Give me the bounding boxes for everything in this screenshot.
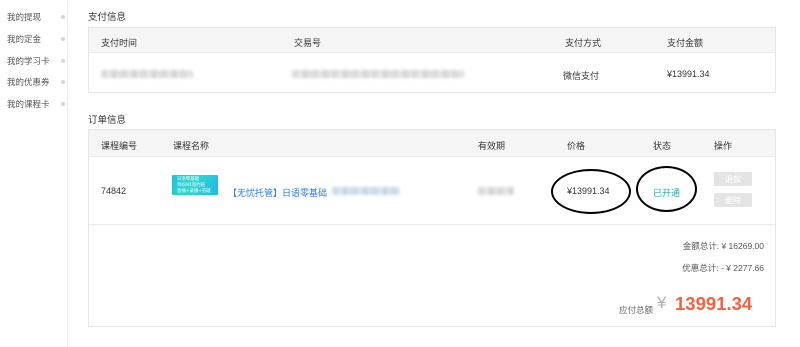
thumbnail-text: 直播+录播+答疑 (177, 189, 211, 194)
sidebar-item-coupons[interactable]: 我的优惠券 (7, 74, 65, 90)
thumbnail-text: 目标N1签约班 (177, 183, 206, 188)
redacted-pay-time (101, 70, 193, 78)
header-validity: 有效期 (478, 141, 506, 151)
pay-method-value: 微信支付 (563, 71, 600, 81)
bullet-dot-icon (61, 59, 65, 63)
redacted-validity (478, 187, 514, 195)
payment-section-title: 支付信息 (88, 12, 127, 23)
payable-currency: ¥ (657, 293, 667, 312)
sidebar-item-label: 我的定金 (7, 34, 42, 44)
header-status: 状态 (653, 141, 672, 151)
payable-label: 应付总额 (619, 305, 654, 315)
header-pay-method: 支付方式 (565, 38, 602, 48)
sidebar-item-label: 我的提现 (7, 12, 42, 22)
header-price: 价格 (567, 141, 586, 151)
payable-total: 13991.34 (675, 293, 753, 314)
sidebar-item-label: 我的学习卡 (7, 56, 50, 66)
sidebar-item-label: 我的课程卡 (7, 99, 50, 109)
discount-amount: 优惠总计: - ¥ 2277.66 (682, 263, 764, 273)
bullet-dot-icon (61, 102, 65, 106)
price-highlight-circle (551, 169, 631, 214)
course-name-link[interactable]: 【无忧托管】日语零基础 (228, 186, 327, 199)
payment-table: 支付时间 交易号 支付方式 支付金额 微信支付 ¥13991.34 (88, 27, 776, 93)
pay-amount-value: ¥13991.34 (667, 69, 710, 79)
bullet-dot-icon (61, 37, 65, 41)
header-action: 操作 (714, 141, 733, 151)
order-section-title: 订单信息 (88, 115, 127, 126)
course-no-value: 74842 (101, 186, 127, 196)
sidebar-item-course-card[interactable]: 我的课程卡 (7, 96, 65, 112)
sidebar-item-label: 我的优惠券 (7, 77, 50, 87)
redacted-trade-no (292, 70, 464, 78)
order-table-header: 课程编号 课程名称 有效期 价格 状态 操作 (89, 130, 775, 157)
delete-button[interactable]: 删除 (714, 193, 752, 207)
header-pay-amount: 支付金额 (667, 38, 704, 48)
course-thumbnail[interactable]: 日语零基础 目标N1签约班 直播+录播+答疑 (172, 175, 218, 195)
redacted-course-name (332, 187, 400, 195)
account-sidebar: 我的提现 我的定金 我的学习卡 我的优惠券 我的课程卡 (0, 0, 68, 347)
header-course-no: 课程编号 (101, 141, 138, 151)
status-highlight-circle (636, 166, 697, 212)
payment-table-header: 支付时间 交易号 支付方式 支付金额 (89, 28, 775, 53)
header-trade-no: 交易号 (294, 38, 322, 48)
refund-button[interactable]: 退款 (714, 172, 752, 186)
total-amount: 金额总计: ¥ 16269.00 (682, 241, 764, 251)
bullet-dot-icon (61, 80, 65, 84)
thumbnail-text: 日语零基础 (177, 177, 199, 182)
order-table: 课程编号 课程名称 有效期 价格 状态 操作 74842 日语零基础 目标N1签… (88, 129, 776, 327)
sidebar-item-withdrawal[interactable]: 我的提现 (7, 9, 65, 25)
bullet-dot-icon (61, 15, 65, 19)
sidebar-item-study-card[interactable]: 我的学习卡 (7, 53, 65, 69)
sidebar-item-deposit[interactable]: 我的定金 (7, 31, 65, 47)
header-pay-time: 支付时间 (101, 38, 138, 48)
header-course-name: 课程名称 (173, 141, 210, 151)
